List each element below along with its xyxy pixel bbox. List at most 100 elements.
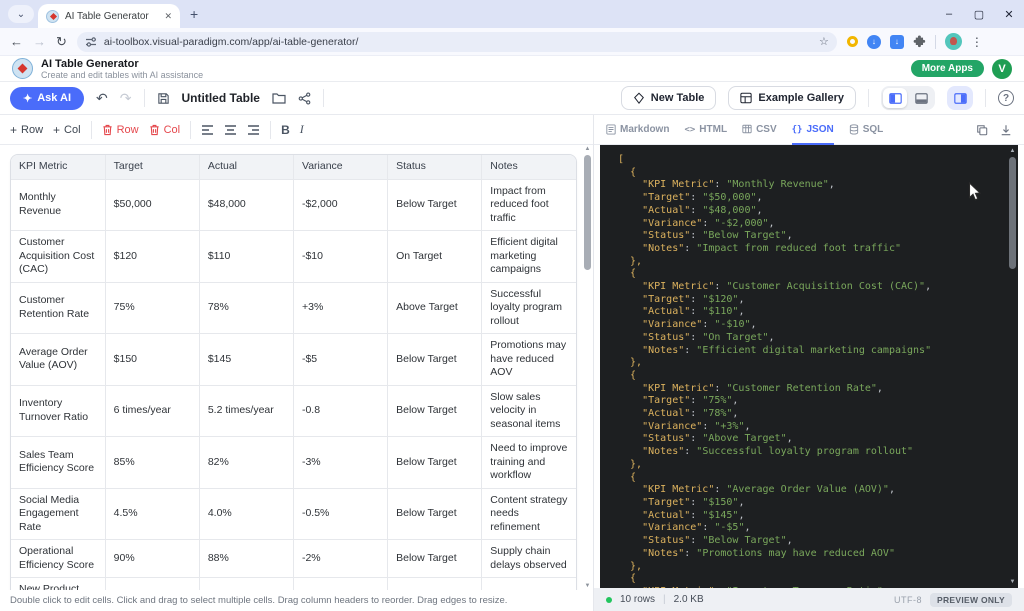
column-header[interactable]: Variance bbox=[293, 155, 387, 179]
new-table-button[interactable]: New Table bbox=[621, 86, 717, 110]
table-cell[interactable]: Below Target bbox=[388, 540, 482, 578]
bottom-panel-view-button[interactable] bbox=[909, 88, 933, 108]
download-icon[interactable] bbox=[1000, 124, 1012, 136]
undo-button[interactable]: ↶ bbox=[96, 91, 108, 105]
window-close-button[interactable]: ✕ bbox=[994, 8, 1024, 21]
table-cell[interactable]: Below Target bbox=[388, 488, 482, 540]
table-cell[interactable]: Customer Retention Rate bbox=[11, 282, 105, 334]
table-cell[interactable]: $50,000 bbox=[105, 179, 199, 231]
column-header[interactable]: Actual bbox=[199, 155, 293, 179]
table-cell[interactable]: Supply chain delays observed bbox=[482, 540, 576, 578]
table-cell[interactable]: 90% bbox=[105, 540, 199, 578]
new-tab-button[interactable]: + bbox=[190, 6, 198, 22]
table-cell[interactable]: -$2,000 bbox=[293, 179, 387, 231]
browser-tab-active[interactable]: AI Table Generator ✕ bbox=[38, 4, 180, 28]
site-settings-icon[interactable] bbox=[85, 36, 97, 48]
scroll-down-icon[interactable]: ▼ bbox=[1008, 579, 1017, 585]
table-cell[interactable]: 4.5% bbox=[105, 488, 199, 540]
align-right-button[interactable] bbox=[247, 124, 260, 136]
add-col-button[interactable]: + Col bbox=[53, 123, 81, 137]
table-cell[interactable]: Successful loyalty program rollout bbox=[482, 282, 576, 334]
export-tab-json[interactable]: {}JSON bbox=[792, 115, 834, 145]
table-cell[interactable]: Sales Team Efficiency Score bbox=[11, 437, 105, 489]
scroll-down-icon[interactable]: ▼ bbox=[583, 583, 592, 589]
column-header[interactable]: Status bbox=[388, 155, 482, 179]
table-cell[interactable]: On Target bbox=[388, 231, 482, 283]
table-cell[interactable]: 75% bbox=[105, 282, 199, 334]
italic-button[interactable]: I bbox=[300, 122, 304, 137]
reload-button[interactable]: ↻ bbox=[56, 35, 67, 48]
tab-close-icon[interactable]: ✕ bbox=[164, 11, 172, 22]
table-cell[interactable]: -3% bbox=[293, 437, 387, 489]
delete-row-button[interactable]: Row bbox=[102, 124, 139, 136]
table-cell[interactable]: 78% bbox=[199, 282, 293, 334]
table-cell[interactable]: Below Target bbox=[388, 385, 482, 437]
open-folder-icon[interactable] bbox=[272, 92, 286, 104]
share-icon[interactable] bbox=[298, 92, 311, 105]
table-cell[interactable]: -0.8 bbox=[293, 385, 387, 437]
column-header[interactable]: KPI Metric bbox=[11, 155, 105, 179]
copy-icon[interactable] bbox=[976, 124, 988, 136]
scroll-up-icon[interactable]: ▲ bbox=[1008, 148, 1017, 154]
back-button[interactable]: ← bbox=[10, 35, 23, 48]
redo-button[interactable]: ↷ bbox=[120, 91, 132, 105]
ask-ai-button[interactable]: ✦ Ask AI bbox=[10, 87, 84, 110]
browser-menu-icon[interactable]: ⋮ bbox=[971, 35, 983, 49]
table-cell[interactable]: Operational Efficiency Score bbox=[11, 540, 105, 578]
tab-search-button[interactable]: ⌄ bbox=[8, 5, 34, 23]
export-tab-csv[interactable]: CSV bbox=[742, 115, 777, 145]
table-cell[interactable]: +3% bbox=[293, 282, 387, 334]
table-cell[interactable]: 88% bbox=[199, 540, 293, 578]
table-cell[interactable]: Efficient digital marketing campaigns bbox=[482, 231, 576, 283]
table-cell[interactable]: 5.2 times/year bbox=[199, 385, 293, 437]
example-gallery-button[interactable]: Example Gallery bbox=[728, 86, 856, 110]
extension-download-square-icon[interactable]: ↓ bbox=[890, 35, 904, 49]
table-cell[interactable]: -$5 bbox=[293, 334, 387, 386]
profile-avatar[interactable] bbox=[945, 33, 962, 50]
help-button[interactable]: ? bbox=[998, 90, 1014, 106]
table-cell[interactable]: -0.5% bbox=[293, 488, 387, 540]
table-cell[interactable]: $110 bbox=[199, 231, 293, 283]
table-cell[interactable]: $120 bbox=[105, 231, 199, 283]
table-cell[interactable]: Need to improve training and workflow bbox=[482, 437, 576, 489]
table-cell[interactable]: Impact from reduced foot traffic bbox=[482, 179, 576, 231]
more-apps-button[interactable]: More Apps bbox=[911, 60, 984, 77]
table-cell[interactable]: Slow sales velocity in seasonal items bbox=[482, 385, 576, 437]
right-panel-toggle-button[interactable] bbox=[947, 86, 973, 110]
column-header[interactable]: Target bbox=[105, 155, 199, 179]
table-cell[interactable]: Monthly Revenue bbox=[11, 179, 105, 231]
save-icon[interactable] bbox=[157, 92, 170, 105]
table-cell[interactable]: Below Target bbox=[388, 179, 482, 231]
bold-button[interactable]: B bbox=[281, 123, 290, 137]
export-tab-html[interactable]: <>HTML bbox=[684, 115, 727, 145]
split-view-button[interactable] bbox=[883, 88, 907, 108]
export-tab-sql[interactable]: SQL bbox=[849, 115, 884, 145]
table-cell[interactable]: -$10 bbox=[293, 231, 387, 283]
table-cell[interactable]: Customer Acquisition Cost (CAC) bbox=[11, 231, 105, 283]
table-cell[interactable]: Promotions may have reduced AOV bbox=[482, 334, 576, 386]
extension-download-circle-icon[interactable]: ↓ bbox=[867, 35, 881, 49]
column-header[interactable]: Notes bbox=[482, 155, 576, 179]
table-cell[interactable]: Inventory Turnover Ratio bbox=[11, 385, 105, 437]
code-scrollbar[interactable]: ▲ ▼ bbox=[1008, 147, 1017, 586]
table-cell[interactable]: 4.0% bbox=[199, 488, 293, 540]
bookmark-star-icon[interactable]: ☆ bbox=[819, 35, 829, 48]
forward-button[interactable]: → bbox=[33, 35, 46, 48]
extension-ring-icon[interactable] bbox=[847, 36, 858, 47]
table-cell[interactable]: -2% bbox=[293, 540, 387, 578]
table-cell[interactable]: $150 bbox=[105, 334, 199, 386]
window-maximize-button[interactable]: ▢ bbox=[964, 8, 994, 21]
delete-col-button[interactable]: Col bbox=[149, 124, 181, 136]
user-avatar[interactable]: V bbox=[992, 59, 1012, 79]
table-scrollbar[interactable]: ▲ ▼ bbox=[583, 146, 592, 589]
table-cell[interactable]: 6 times/year bbox=[105, 385, 199, 437]
address-bar[interactable]: ai-toolbox.visual-paradigm.com/app/ai-ta… bbox=[77, 32, 837, 52]
extensions-puzzle-icon[interactable] bbox=[913, 35, 926, 48]
table-cell[interactable]: Below Target bbox=[388, 334, 482, 386]
table-cell[interactable]: Social Media Engagement Rate bbox=[11, 488, 105, 540]
table-cell[interactable]: $145 bbox=[199, 334, 293, 386]
table-cell[interactable]: Above Target bbox=[388, 282, 482, 334]
scrollbar-thumb[interactable] bbox=[1009, 157, 1016, 269]
table-cell[interactable]: 82% bbox=[199, 437, 293, 489]
table-cell[interactable]: Below Target bbox=[388, 437, 482, 489]
